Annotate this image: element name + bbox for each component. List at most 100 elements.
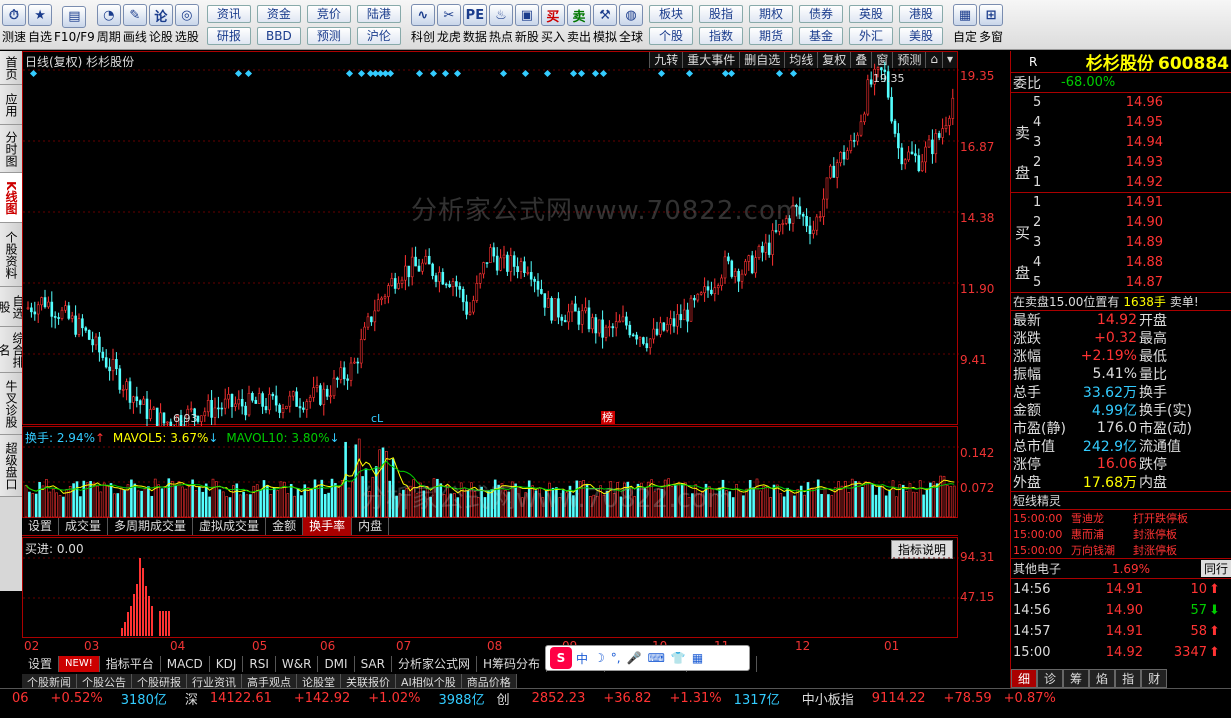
toolbar-clock-button[interactable]: ◔ 周期 — [96, 2, 121, 48]
toolbar-text-button[interactable]: 个股 — [649, 26, 693, 45]
toolbar-buy-button[interactable]: 买买入 — [540, 2, 565, 48]
toolbar-screen-button[interactable]: ◎ 选股 — [174, 2, 199, 48]
toolbar-star-button[interactable]: ★ 自选 — [28, 2, 52, 48]
indicator-tab2-2[interactable]: 指标平台 — [100, 656, 161, 672]
toolbar-sim-button[interactable]: ⚒ 模拟 — [592, 2, 617, 48]
toolbar-globe-button[interactable]: ◍ 全球 — [618, 2, 643, 48]
short-line-row[interactable]: 15:00:00 惠而浦 封涨停板 — [1011, 526, 1231, 542]
toolbar-hot-button[interactable]: ♨ 热点 — [488, 2, 513, 48]
left-tab-5[interactable]: 自选股 — [0, 287, 25, 327]
indicator-tab2-8[interactable]: SAR — [355, 656, 392, 672]
toolbar-text-button[interactable]: 竞价 — [306, 4, 351, 23]
ime-lang-icon[interactable]: 中 — [576, 650, 588, 667]
news-tab-7[interactable]: AI相似个股 — [396, 674, 462, 689]
left-tab-3[interactable]: K线图 — [0, 173, 22, 223]
indicator-tab2-3[interactable]: MACD — [161, 656, 210, 672]
turnover-bar — [272, 487, 276, 518]
news-tab-0[interactable]: 个股新闻 — [22, 674, 77, 689]
toolbar-text-button[interactable]: 基金 — [799, 26, 843, 45]
toolbar-speed-button[interactable]: ⏱ 测速 — [2, 2, 26, 48]
indicator-tab2-5[interactable]: RSI — [243, 656, 276, 672]
quote-tab-2[interactable]: 筹 — [1063, 669, 1090, 688]
news-tab-3[interactable]: 行业资讯 — [187, 674, 242, 689]
indicator-tab-6[interactable]: 内盘 — [352, 518, 390, 535]
indicator-tab-3[interactable]: 虚拟成交量 — [193, 518, 267, 535]
left-tab-6[interactable]: 综合排名 — [0, 327, 25, 373]
indicator-tab2-9[interactable]: 分析家公式网 — [392, 656, 477, 672]
quote-tab-1[interactable]: 诊 — [1037, 669, 1064, 688]
quote-tab-5[interactable]: 财 — [1141, 669, 1168, 688]
left-tab-8[interactable]: 超级盘口 — [0, 435, 22, 497]
quote-tab-0[interactable]: 细 — [1011, 669, 1038, 688]
toolbar-text-button[interactable]: 陆港 — [356, 4, 401, 23]
toolbar-text-button[interactable]: 美股 — [899, 26, 943, 45]
toolbar-custom-button[interactable]: ▦ 自定 — [953, 2, 977, 48]
toolbar-ipo-button[interactable]: ▣ 新股 — [514, 2, 539, 48]
level-price: 14.95 — [1125, 115, 1163, 130]
toolbar-text-button[interactable]: 板块 — [649, 4, 693, 23]
news-tab-1[interactable]: 个股公告 — [77, 674, 132, 689]
indicator-tab-2[interactable]: 多周期成交量 — [108, 518, 194, 535]
toolbar-text-button[interactable]: 债券 — [799, 4, 843, 23]
sector-name[interactable]: 其他电子 — [1013, 560, 1061, 577]
toolbar-text-button[interactable]: 英股 — [849, 4, 893, 23]
ime-toolbar[interactable]: S 中 ☽ °, 🎤 ⌨ 👕 ▦ — [545, 645, 750, 671]
indicator-tab2-10[interactable]: H筹码分布 — [477, 656, 548, 672]
toolbar-chat-button[interactable]: 论论股 — [148, 2, 173, 48]
toolbar-pair: 竞价 预测 — [306, 3, 351, 47]
toolbar-text-button[interactable]: 期权 — [749, 4, 793, 23]
toolbar-text-button[interactable]: 研报 — [206, 26, 251, 45]
candle-body — [716, 285, 720, 289]
toolbar-text-button[interactable]: 沪伦 — [356, 26, 401, 45]
ime-moon-icon[interactable]: ☽ — [594, 651, 605, 665]
news-tab-2[interactable]: 个股研报 — [132, 674, 187, 689]
quote-tab-3[interactable]: 焰 — [1089, 669, 1116, 688]
toolbar-kechuang-button[interactable]: ∿ 科创 — [410, 2, 435, 48]
toolbar-text-button[interactable]: 港股 — [899, 4, 943, 23]
news-tab-4[interactable]: 高手观点 — [242, 674, 297, 689]
buy-indicator-chart[interactable]: 买进: 0.00 指标说明 — [22, 537, 959, 638]
indicator-tab2-0[interactable]: 设置 — [22, 656, 60, 672]
indicator-tab2-4[interactable]: KDJ — [210, 656, 244, 672]
kline-chart[interactable]: 日线(复权) 杉杉股份 九转 重大事件 删自选 均线 复权叠窗预测 ⌂ ▾ 19.35 6.9… — [22, 51, 959, 426]
toolbar-text-button[interactable]: BBD — [256, 26, 301, 45]
quote-tab-4[interactable]: 指 — [1115, 669, 1142, 688]
ime-keyboard-icon[interactable]: ⌨ — [648, 651, 665, 665]
ime-punct-icon[interactable]: °, — [611, 651, 621, 665]
toolbar-text-button[interactable]: 资讯 — [206, 4, 251, 23]
candle-body — [686, 309, 689, 322]
indicator-tab-4[interactable]: 金额 — [266, 518, 304, 535]
toolbar-pen-button[interactable]: ✎ 画线 — [122, 2, 147, 48]
news-tab-8[interactable]: 商品价格 — [461, 674, 517, 689]
toolbar-text-button[interactable]: 指数 — [699, 26, 743, 45]
ime-skin-icon[interactable]: 👕 — [671, 651, 686, 665]
toolbar-text-button[interactable]: 外汇 — [849, 26, 893, 45]
toolbar-sell-button[interactable]: 卖卖出 — [566, 2, 591, 48]
indicator-tab2-1[interactable]: NEW! — [59, 656, 100, 672]
indicator-tab-0[interactable]: 设置 — [22, 518, 60, 535]
indicator-tab-5[interactable]: 换手率 — [303, 518, 353, 535]
left-tab-1[interactable]: 应用 — [0, 85, 22, 125]
toolbar-text-button[interactable]: 股指 — [699, 4, 743, 23]
toolbar-text-button[interactable]: 预测 — [306, 26, 351, 45]
toolbar-text-button[interactable]: 期货 — [749, 26, 793, 45]
left-tab-0[interactable]: 首页 — [0, 51, 22, 85]
ime-mic-icon[interactable]: 🎤 — [627, 651, 642, 665]
ime-grid-icon[interactable]: ▦ — [692, 651, 703, 665]
toolbar-dragon-button[interactable]: ✂ 龙虎 — [436, 2, 461, 48]
indicator-tab2-7[interactable]: DMI — [318, 656, 355, 672]
indicator-tab2-6[interactable]: W&R — [276, 656, 319, 672]
left-tab-2[interactable]: 分时图 — [0, 125, 22, 173]
toolbar-multiwin-button[interactable]: ⊞ 多窗 — [979, 2, 1003, 48]
left-tab-7[interactable]: 牛叉诊股 — [0, 373, 22, 435]
toolbar-text-button[interactable]: 资金 — [256, 4, 301, 23]
left-tab-4[interactable]: 个股资料 — [0, 223, 22, 287]
indicator-tab-1[interactable]: 成交量 — [59, 518, 109, 535]
toolbar-f10-button[interactable]: ▤ F10/F9 — [54, 2, 95, 48]
toolbar-data-button[interactable]: PE 数据 — [462, 2, 487, 48]
news-tab-6[interactable]: 关联报价 — [341, 674, 396, 689]
peer-button[interactable]: 同行 — [1200, 560, 1231, 577]
short-line-row[interactable]: 15:00:00 雪迪龙 打开跌停板 — [1011, 510, 1231, 526]
short-line-row[interactable]: 15:00:00 万向钱潮 封涨停板 — [1011, 542, 1231, 558]
news-tab-5[interactable]: 论股堂 — [297, 674, 341, 689]
